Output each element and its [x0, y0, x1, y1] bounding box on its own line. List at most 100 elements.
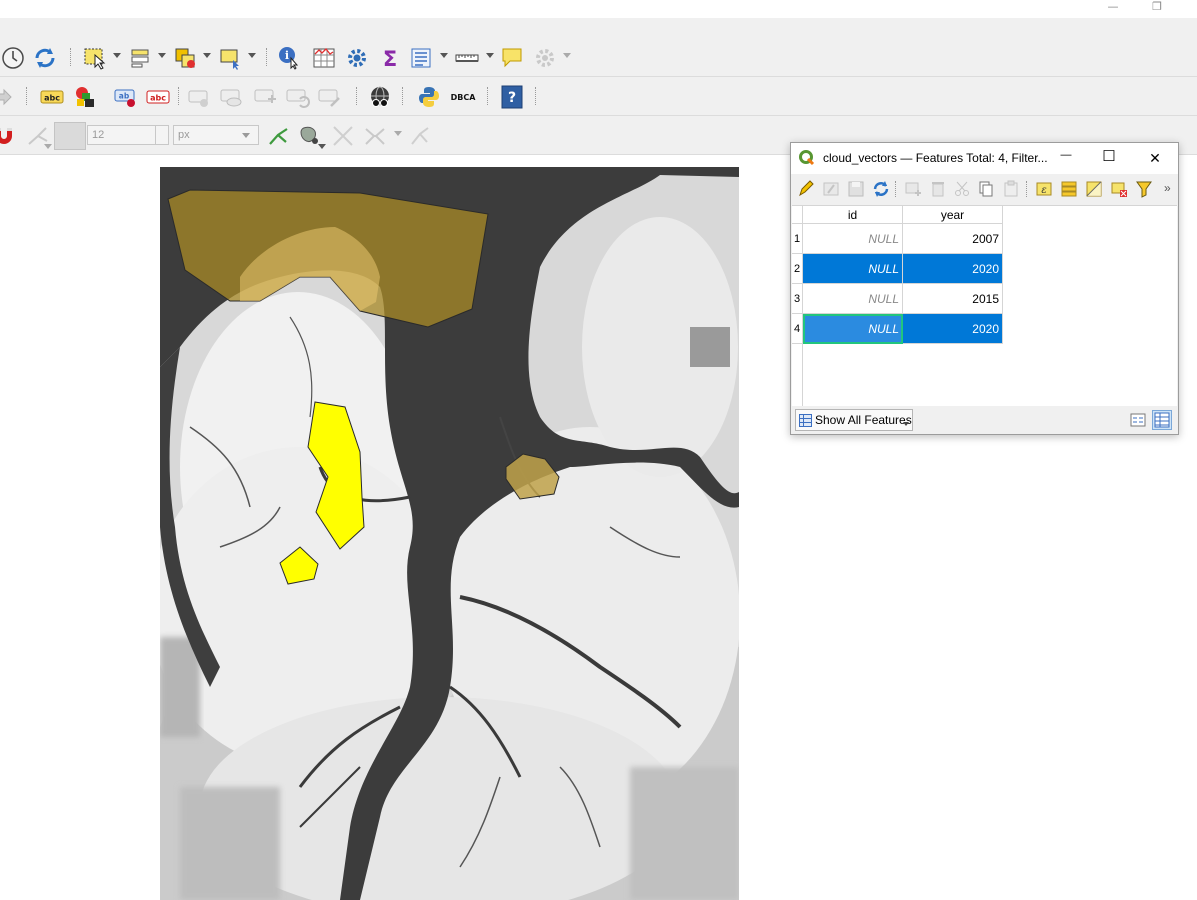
chevron-down-icon[interactable]	[440, 53, 448, 58]
attribute-grid[interactable]: id year 1 NULL 2007 2 NULL 2020 3 NULL 2…	[792, 205, 1177, 407]
clock-icon[interactable]	[2, 46, 26, 70]
toggle-edit-icon[interactable]	[797, 180, 815, 198]
more-tools-button[interactable]: »	[1164, 181, 1171, 195]
chevron-down-icon[interactable]	[44, 144, 52, 149]
magnet-snapping-icon[interactable]	[0, 124, 16, 148]
settings-icon[interactable]	[345, 46, 369, 70]
dialog-close-button[interactable]: ✕	[1146, 149, 1164, 167]
attribute-table-icon[interactable]	[312, 46, 336, 70]
help-icon[interactable]: ?	[500, 85, 524, 109]
chevron-down-icon[interactable]	[113, 53, 121, 58]
show-hide-labels-disabled-icon[interactable]	[220, 85, 244, 109]
svg-text:abc: abc	[44, 94, 60, 103]
svg-text:DBCA: DBCA	[451, 93, 477, 102]
gear-disabled-icon[interactable]	[533, 46, 557, 70]
row-header[interactable]: 3	[792, 284, 803, 314]
reload-table-icon[interactable]	[872, 180, 890, 198]
chevron-down-icon[interactable]	[242, 133, 250, 138]
snapping-type-button[interactable]	[54, 122, 86, 150]
toolbar-separator	[266, 48, 269, 66]
topological-editing-icon[interactable]	[266, 124, 290, 148]
corner-header[interactable]	[792, 206, 803, 224]
invert-selection-icon[interactable]	[1085, 180, 1103, 198]
chevron-down-icon[interactable]	[203, 53, 211, 58]
column-header-year[interactable]: year	[903, 206, 1003, 224]
filter-icon[interactable]	[1135, 180, 1153, 198]
toolbar-separator	[895, 181, 898, 197]
change-label-disabled-icon[interactable]	[318, 85, 342, 109]
dialog-minimize-button[interactable]: —	[1057, 149, 1075, 167]
toolbar-separator	[178, 87, 181, 105]
paste-disabled-icon[interactable]	[1002, 180, 1020, 198]
table-cell-year[interactable]: 2020	[903, 314, 1003, 344]
statistics-sigma-icon[interactable]: Σ	[378, 46, 402, 70]
select-all-icon[interactable]	[1060, 180, 1078, 198]
label-icon[interactable]: abc	[40, 85, 64, 109]
select-by-expression-icon[interactable]: ε	[1035, 180, 1053, 198]
table-cell-id-current[interactable]: NULL	[803, 314, 903, 344]
arrow-right-icon[interactable]	[0, 85, 14, 109]
chevron-down-icon[interactable]	[158, 53, 166, 58]
python-icon[interactable]	[417, 85, 441, 109]
table-cell-year[interactable]: 2015	[903, 284, 1003, 314]
spin-arrows[interactable]	[155, 126, 168, 144]
select-features-icon[interactable]	[83, 46, 107, 70]
table-cell-id[interactable]: NULL	[803, 224, 903, 254]
self-snapping-disabled-icon[interactable]	[408, 124, 432, 148]
row-header[interactable]: 2	[792, 254, 803, 284]
table-cell-year[interactable]: 2007	[903, 224, 1003, 254]
column-header-id[interactable]: id	[803, 206, 903, 224]
chevron-down-icon[interactable]	[486, 53, 494, 58]
measure-icon[interactable]	[455, 46, 479, 70]
snapping-units-value: px	[178, 129, 190, 141]
save-edits-disabled-icon[interactable]	[847, 180, 865, 198]
attribute-table-dialog[interactable]: cloud_vectors — Features Total: 4, Filte…	[790, 142, 1179, 435]
globe-plugin-icon[interactable]	[368, 85, 392, 109]
row-header[interactable]: 1	[792, 224, 803, 254]
snapping-units-select[interactable]: px	[173, 125, 259, 145]
multi-edit-disabled-icon[interactable]	[822, 180, 840, 198]
delete-feature-disabled-icon[interactable]	[929, 180, 947, 198]
tracing-disabled-icon[interactable]	[363, 124, 387, 148]
identify-icon[interactable]: i	[278, 46, 302, 70]
show-all-features-button[interactable]: Show All Features	[795, 409, 913, 431]
refresh-icon[interactable]	[33, 46, 57, 70]
chevron-down-icon[interactable]	[248, 53, 256, 58]
label-pin-icon[interactable]: ab	[114, 85, 138, 109]
chevron-down-icon[interactable]	[318, 144, 326, 149]
row-header[interactable]: 4	[792, 314, 803, 344]
select-by-attribute-icon[interactable]	[129, 46, 153, 70]
raster-map[interactable]	[160, 167, 739, 900]
table-cell-id[interactable]: NULL	[803, 254, 903, 284]
chevron-down-icon[interactable]	[563, 53, 571, 58]
move-label-disabled-icon[interactable]	[254, 85, 278, 109]
table-view-icon[interactable]	[1152, 410, 1172, 430]
field-calculator-icon[interactable]	[410, 46, 434, 70]
add-feature-disabled-icon[interactable]	[904, 180, 922, 198]
chevron-down-icon[interactable]	[394, 131, 402, 136]
chevron-down-icon	[903, 422, 909, 426]
label-highlight-icon[interactable]: abc	[146, 85, 170, 109]
select-location-icon[interactable]	[174, 46, 198, 70]
window-minimize-button[interactable]: —	[1104, 0, 1122, 14]
dialog-titlebar[interactable]: cloud_vectors — Features Total: 4, Filte…	[791, 143, 1178, 174]
snapping-tolerance-spinbox[interactable]: 12	[87, 125, 169, 145]
cut-disabled-icon[interactable]	[953, 180, 971, 198]
copy-icon[interactable]	[977, 180, 995, 198]
pin-label-disabled-icon[interactable]	[188, 85, 212, 109]
table-cell-year[interactable]: 2020	[903, 254, 1003, 284]
table-cell-id[interactable]: NULL	[803, 284, 903, 314]
deselect-all-icon[interactable]	[1110, 180, 1128, 198]
deselect-icon[interactable]	[219, 46, 243, 70]
form-view-icon[interactable]	[1128, 410, 1148, 430]
map-tips-icon[interactable]	[500, 46, 524, 70]
window-restore-button[interactable]: ❐	[1148, 0, 1166, 14]
snap-intersection-disabled-icon[interactable]	[331, 124, 355, 148]
dbca-plugin-icon[interactable]: DBCA	[449, 85, 477, 109]
snapping-tolerance-value: 12	[92, 129, 105, 141]
dialog-maximize-button[interactable]: ☐	[1100, 149, 1118, 167]
attribute-table-toolbar: ε »	[791, 174, 1178, 204]
rule-based-labeling-icon[interactable]	[73, 85, 97, 109]
dialog-title: cloud_vectors — Features Total: 4, Filte…	[823, 151, 1048, 165]
rotate-label-disabled-icon[interactable]	[286, 85, 310, 109]
